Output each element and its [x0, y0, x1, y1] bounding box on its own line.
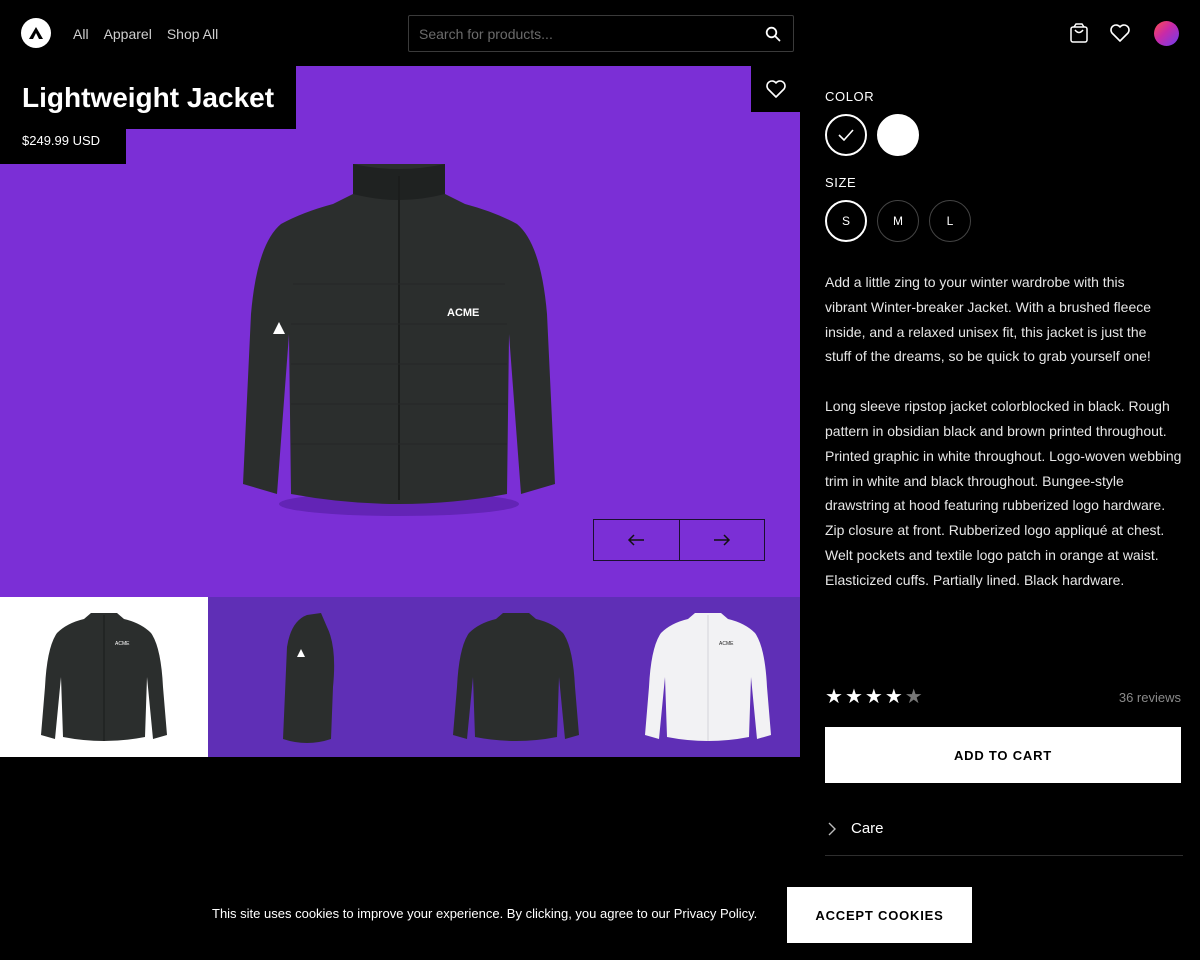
nav-item-shop-all[interactable]: Shop All [167, 26, 218, 42]
nav-item-all[interactable]: All [73, 26, 89, 42]
thumbnail-strip: ACME ACME [0, 597, 800, 757]
heart-icon[interactable] [1109, 22, 1131, 44]
check-icon [838, 129, 854, 141]
search-input[interactable] [419, 24, 739, 44]
heart-icon [765, 80, 786, 98]
avatar[interactable] [1154, 21, 1179, 46]
star-rating: ★ ★ ★ ★ ★ [825, 686, 923, 708]
product-options-panel: COLOR SIZE S M L Add a little zing to yo… [825, 66, 1185, 856]
thumbnail-image: ACME [41, 613, 167, 741]
product-image: ACME [243, 164, 555, 516]
thumbnail-image: ACME [645, 613, 771, 741]
top-header: All Apparel Shop All [0, 0, 1200, 66]
color-label: COLOR [825, 89, 875, 104]
next-image-button[interactable] [678, 520, 765, 560]
thumbnail-front-white[interactable]: ACME [616, 597, 800, 757]
main-nav: All Apparel Shop All [73, 26, 218, 42]
thumbnail-side-black[interactable] [208, 597, 416, 757]
color-swatches [825, 114, 1185, 156]
size-option-m[interactable]: M [877, 200, 919, 242]
description-paragraph-2: Long sleeve ripstop jacket colorblocked … [825, 398, 1182, 588]
cart-icon[interactable] [1068, 22, 1090, 44]
size-label: SIZE [825, 175, 857, 190]
product-title: Lightweight Jacket [0, 66, 297, 129]
star-icon: ★ [825, 686, 843, 708]
star-icon: ★ [844, 686, 863, 708]
care-label: Care [851, 820, 884, 837]
product-price: $249.99 USD [0, 121, 126, 164]
star-icon: ★ [864, 686, 883, 708]
care-accordion[interactable]: Care [825, 802, 1183, 856]
svg-text:ACME: ACME [115, 641, 130, 647]
carousel-controls [593, 519, 765, 561]
thumbnail-back-black[interactable] [416, 597, 616, 757]
star-icon: ★ [884, 686, 903, 708]
favorite-button[interactable] [751, 66, 800, 112]
star-empty-icon: ★ [904, 686, 923, 708]
accept-cookies-button[interactable]: ACCEPT COOKIES [787, 887, 972, 943]
size-option-l[interactable]: L [929, 200, 971, 242]
product-gallery: Lightweight Jacket $249.99 USD ACME [0, 66, 800, 597]
jacket-brand-text: ACME [447, 307, 479, 319]
logo-icon[interactable] [21, 18, 51, 48]
thumbnail-front-black[interactable]: ACME [0, 597, 208, 757]
thumbnail-image [283, 613, 335, 743]
search-bar [408, 15, 794, 52]
cookie-message: This site uses cookies to improve your e… [212, 906, 758, 921]
color-swatch-white[interactable] [877, 114, 919, 156]
arrow-left-icon [628, 534, 645, 546]
size-option-s[interactable]: S [825, 200, 867, 242]
search-icon[interactable] [765, 26, 781, 42]
add-to-cart-button[interactable]: ADD TO CART [825, 727, 1181, 783]
size-options: S M L [825, 200, 1185, 242]
arrow-right-icon [713, 534, 730, 546]
rating-row: ★ ★ ★ ★ ★ 36 reviews [825, 686, 1181, 708]
prev-image-button[interactable] [594, 520, 679, 560]
description-paragraph-1: Add a little zing to your winter wardrob… [825, 274, 1152, 365]
chevron-right-icon [828, 822, 836, 835]
nav-item-apparel[interactable]: Apparel [104, 26, 152, 42]
color-swatch-black[interactable] [825, 114, 867, 156]
svg-text:ACME: ACME [719, 641, 734, 647]
review-count[interactable]: 36 reviews [1119, 690, 1181, 705]
thumbnail-image [453, 613, 579, 741]
